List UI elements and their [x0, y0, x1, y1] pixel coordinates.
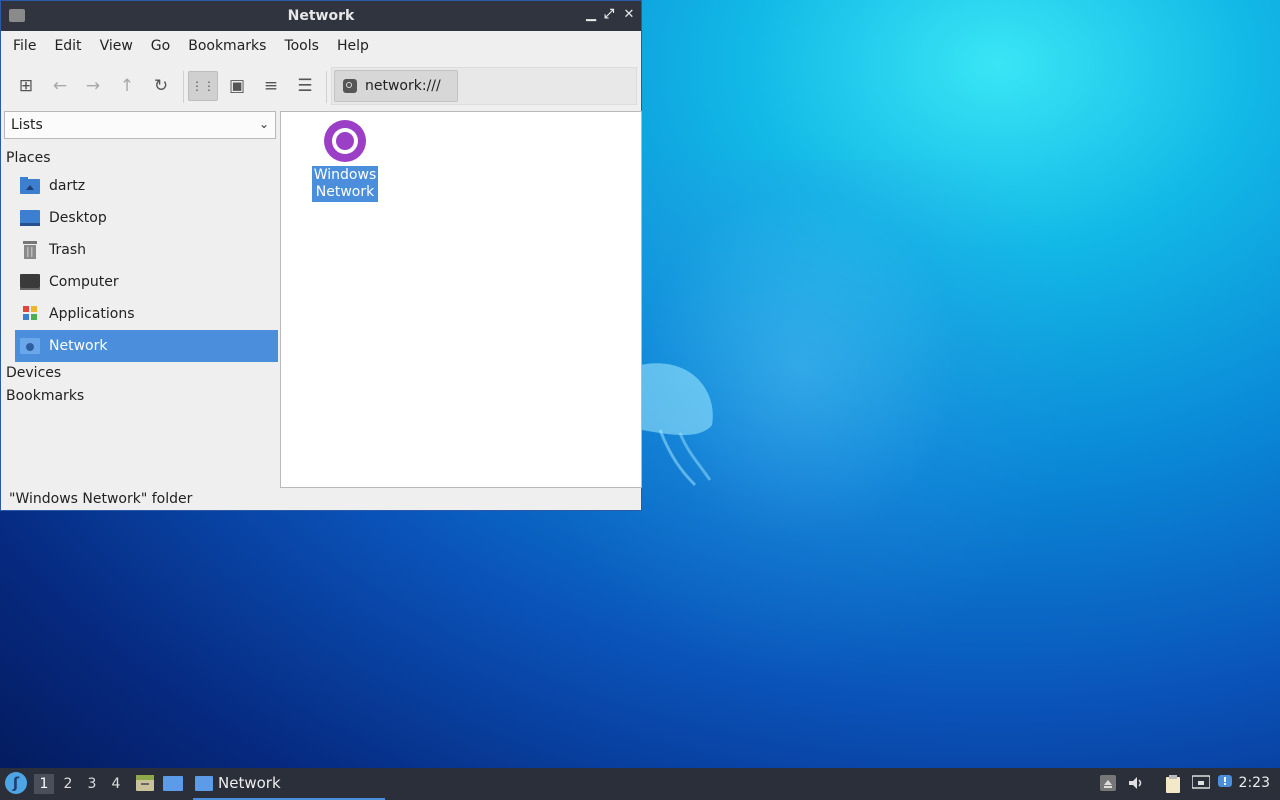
taskbar: ʃ 1 2 3 4 Network 2:23 — [0, 768, 1280, 800]
file-item-label: Windows Network — [311, 166, 379, 202]
arrow-up-icon: ↑ — [119, 76, 135, 96]
arrow-right-icon: → — [85, 76, 101, 96]
windows-network-icon — [324, 120, 366, 162]
chevron-down-icon: ⌄ — [258, 117, 269, 131]
devices-header[interactable]: Devices — [6, 365, 61, 381]
new-tab-icon: ⊞ — [18, 76, 34, 96]
desktop-switch-3[interactable]: 3 — [82, 774, 102, 794]
titlebar[interactable]: Network ▁ ⤢ ✕ — [1, 1, 641, 31]
file-item-windows-network[interactable]: Windows Network — [311, 120, 379, 202]
toolbar: ⊞ ← → ↑ ↻ ⋮⋮ ▣ ≡ ☰ network:/// — [1, 61, 641, 111]
list-icon: ≡ — [263, 76, 279, 96]
desktop-switch-1[interactable]: 1 — [34, 774, 54, 794]
sidebar-item-label: Applications — [49, 306, 135, 322]
folder-icon — [195, 775, 213, 791]
desktop-icon — [20, 209, 40, 227]
location-breadcrumb[interactable]: network:/// — [334, 70, 458, 102]
bookmarks-header[interactable]: Bookmarks — [6, 388, 84, 404]
places-header[interactable]: Places — [6, 150, 51, 166]
sidebar-item-label: dartz — [49, 178, 86, 194]
file-manager-icon — [136, 775, 154, 791]
menu-edit[interactable]: Edit — [45, 31, 90, 61]
dropdown-value: Lists — [11, 117, 43, 133]
icon-view-button[interactable]: ⋮⋮ — [188, 71, 218, 101]
forward-button[interactable]: → — [78, 71, 108, 101]
file-manager-window: Network ▁ ⤢ ✕ File Edit View Go Bookmark… — [0, 0, 642, 511]
sidebar-item-computer[interactable]: Computer — [15, 266, 278, 298]
sidebar: Lists ⌄ Places dartz Desktop Trash Compu… — [4, 111, 278, 491]
toolbar-separator — [183, 71, 184, 103]
menu-view[interactable]: View — [91, 31, 142, 61]
network-icon — [20, 337, 40, 355]
thumbnail-view-button[interactable]: ▣ — [222, 71, 252, 101]
close-button[interactable]: ✕ — [621, 7, 637, 23]
menu-bookmarks[interactable]: Bookmarks — [179, 31, 275, 61]
menu-go[interactable]: Go — [142, 31, 179, 61]
network-connection-icon[interactable] — [1191, 775, 1211, 791]
taskbar-item-label: Network — [218, 774, 281, 792]
file-view[interactable]: Windows Network — [280, 111, 642, 488]
start-menu-button[interactable]: ʃ — [5, 772, 27, 794]
image-icon: ▣ — [228, 76, 246, 96]
arrow-left-icon: ← — [52, 76, 68, 96]
sidebar-item-label: Trash — [49, 242, 86, 258]
minimize-button[interactable]: ▁ — [583, 7, 599, 23]
menu-help[interactable]: Help — [328, 31, 378, 61]
grid-icon: ⋮⋮ — [191, 79, 215, 93]
show-desktop-icon — [163, 776, 183, 791]
applications-icon — [20, 305, 40, 323]
menu-file[interactable]: File — [4, 31, 45, 61]
sidebar-item-desktop[interactable]: Desktop — [15, 202, 278, 234]
up-button[interactable]: ↑ — [112, 71, 142, 101]
clock[interactable]: 2:23 — [1239, 775, 1270, 791]
menu-tools[interactable]: Tools — [275, 31, 328, 61]
taskbar-item-network[interactable]: Network — [193, 768, 385, 800]
trash-icon — [20, 241, 40, 259]
notification-icon[interactable] — [1218, 775, 1234, 791]
sidebar-mode-dropdown[interactable]: Lists ⌄ — [4, 111, 276, 139]
new-tab-button[interactable]: ⊞ — [11, 71, 41, 101]
eject-icon[interactable] — [1100, 775, 1116, 791]
sidebar-item-label: Computer — [49, 274, 119, 290]
location-bar[interactable]: network:/// — [331, 67, 637, 105]
desktop-switch-4[interactable]: 4 — [106, 774, 126, 794]
network-drive-icon — [343, 79, 357, 93]
home-folder-icon — [20, 177, 40, 195]
computer-icon — [20, 273, 40, 291]
sidebar-item-label: Network — [49, 338, 108, 354]
menubar: File Edit View Go Bookmarks Tools Help — [1, 31, 641, 61]
detailed-view-button[interactable]: ☰ — [290, 71, 320, 101]
file-manager-launcher[interactable] — [134, 773, 156, 793]
volume-icon[interactable] — [1128, 775, 1144, 791]
reload-button[interactable]: ↻ — [146, 71, 176, 101]
show-desktop-button[interactable] — [162, 773, 184, 793]
compact-view-button[interactable]: ≡ — [256, 71, 286, 101]
back-button[interactable]: ← — [45, 71, 75, 101]
status-bar: "Windows Network" folder — [9, 491, 193, 507]
sidebar-item-network[interactable]: Network — [15, 330, 278, 362]
reload-icon: ↻ — [153, 76, 169, 96]
sidebar-item-applications[interactable]: Applications — [15, 298, 278, 330]
window-title: Network — [287, 8, 355, 24]
desktop-switch-2[interactable]: 2 — [58, 774, 78, 794]
start-menu-icon: ʃ — [12, 774, 20, 792]
sidebar-item-dartz[interactable]: dartz — [15, 170, 278, 202]
clipboard-icon[interactable] — [1165, 775, 1181, 793]
sidebar-item-label: Desktop — [49, 210, 107, 226]
location-text: network:/// — [365, 78, 441, 94]
sidebar-item-trash[interactable]: Trash — [15, 234, 278, 266]
maximize-button[interactable]: ⤢ — [601, 7, 617, 23]
detailed-list-icon: ☰ — [297, 76, 313, 96]
toolbar-separator — [326, 71, 327, 103]
